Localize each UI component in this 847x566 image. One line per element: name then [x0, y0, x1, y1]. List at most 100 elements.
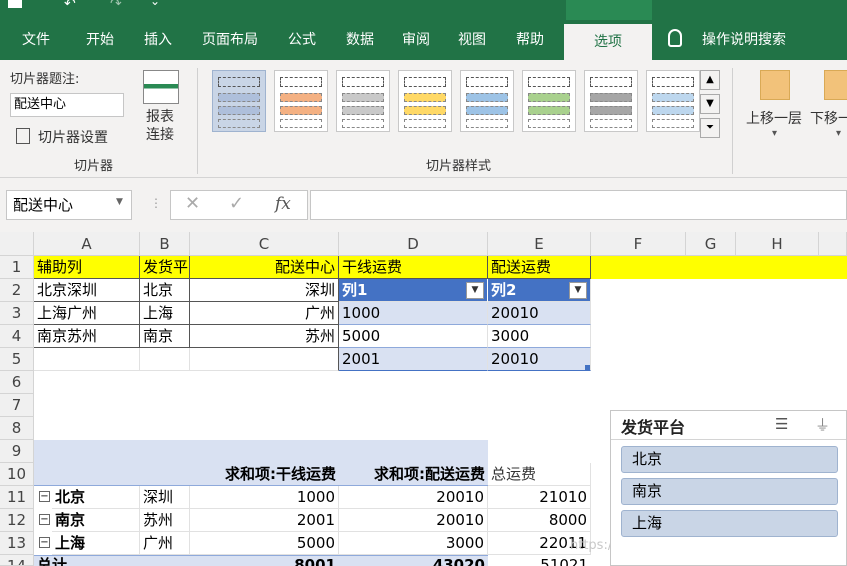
undo-icon[interactable]: ↶ [64, 0, 76, 12]
cell-b3[interactable]: 上海 [140, 302, 190, 325]
cell-e3[interactable]: 20010 [488, 302, 591, 325]
cell-a4[interactable]: 南京苏州 [34, 325, 140, 348]
save-icon[interactable] [8, 0, 22, 8]
cell-e1[interactable]: 配送运费 [488, 256, 591, 279]
pivot-header-sum-delivery[interactable]: 求和项:配送运费 [339, 463, 488, 486]
gallery-scroll-up-icon[interactable]: ▲ [700, 70, 720, 90]
slicer-item-beijing[interactable]: 北京 [621, 446, 838, 473]
column-header-d[interactable]: D [339, 232, 488, 256]
column-header-h[interactable]: H [736, 232, 819, 256]
filter-dropdown-icon[interactable]: ▼ [466, 282, 484, 299]
send-backward-button[interactable]: 下移一 [810, 108, 847, 128]
row-header-5[interactable]: 5 [0, 348, 34, 371]
cell-e14[interactable]: 51021 [488, 555, 591, 566]
formula-input[interactable] [310, 190, 847, 220]
cell-d14[interactable]: 43020 [339, 555, 488, 566]
cell-c13[interactable]: 5000 [190, 532, 339, 555]
cell-a2[interactable]: 北京深圳 [34, 279, 140, 302]
slicer-style-3[interactable] [336, 70, 390, 132]
collapse-icon[interactable]: − [39, 537, 50, 548]
slicer-style-1[interactable] [212, 70, 266, 132]
cell-e10[interactable]: 总运费 [488, 463, 591, 486]
collapse-icon[interactable]: − [39, 514, 50, 525]
slicer-item-nanjing[interactable]: 南京 [621, 478, 838, 505]
cell-e12[interactable]: 8000 [488, 509, 591, 532]
pivot-row-label-beijing[interactable]: 北京 [52, 486, 140, 509]
slicer-style-6[interactable] [522, 70, 576, 132]
cell-d4[interactable]: 5000 [339, 325, 488, 348]
cell-b2[interactable]: 北京 [140, 279, 190, 302]
row-header-8[interactable]: 8 [0, 417, 34, 440]
pivot-row-label-shanghai[interactable]: 上海 [52, 532, 140, 555]
name-box[interactable]: 配送中心 [6, 190, 132, 220]
row-header-4[interactable]: 4 [0, 325, 34, 348]
cell-b4[interactable]: 南京 [140, 325, 190, 348]
bring-forward-button[interactable]: 上移一层 [746, 108, 802, 128]
row-header-1[interactable]: 1 [0, 256, 34, 279]
clear-filter-icon[interactable]: ⏚ [815, 414, 830, 435]
select-all-corner[interactable] [0, 232, 34, 256]
row-header-9[interactable]: 9 [0, 440, 34, 463]
slicer-item-shanghai[interactable]: 上海 [621, 510, 838, 537]
tab-data[interactable]: 数据 [340, 20, 380, 60]
tab-insert[interactable]: 插入 [138, 20, 178, 60]
pivot-row-label-nanjing[interactable]: 南京 [52, 509, 140, 532]
pivot-grand-total-label[interactable]: 总计 [34, 555, 140, 566]
column-header-e[interactable]: E [488, 232, 591, 256]
column-header-a[interactable]: A [34, 232, 140, 256]
cell-c3[interactable]: 广州 [190, 302, 339, 325]
tell-me-search[interactable]: 操作说明搜索 [696, 20, 792, 60]
column-header-c[interactable]: C [190, 232, 339, 256]
tab-options[interactable]: 选项 [564, 24, 652, 60]
cell-b1[interactable]: 发货平 [140, 256, 190, 279]
cell-c1[interactable]: 配送中心 [190, 256, 339, 279]
row-header-2[interactable]: 2 [0, 279, 34, 302]
tab-home[interactable]: 开始 [80, 20, 120, 60]
filter-dropdown-icon[interactable]: ▼ [569, 282, 587, 299]
cell-c5[interactable] [190, 348, 339, 371]
column-header-f[interactable]: F [591, 232, 686, 256]
column-header-g[interactable]: G [686, 232, 736, 256]
cell-d1[interactable]: 干线运费 [339, 256, 488, 279]
drag-handle-icon[interactable]: ⋮ [150, 196, 162, 210]
insert-function-icon[interactable]: fx [275, 194, 291, 214]
row-header-6[interactable]: 6 [0, 371, 34, 394]
cell-b5[interactable] [140, 348, 190, 371]
cell-b13[interactable]: 广州 [140, 532, 190, 555]
cell-d13[interactable]: 3000 [339, 532, 488, 555]
row-header-14[interactable]: 14 [0, 555, 34, 566]
send-backward-dropdown-icon[interactable]: ▾ [836, 128, 841, 139]
row-header-11[interactable]: 11 [0, 486, 34, 509]
slicer-settings-button[interactable]: 切片器设置 [38, 127, 108, 147]
slicer-style-7[interactable] [584, 70, 638, 132]
collapse-icon[interactable]: − [39, 491, 50, 502]
cell-b12[interactable]: 苏州 [140, 509, 190, 532]
cell-e4[interactable]: 3000 [488, 325, 591, 348]
tab-view[interactable]: 视图 [452, 20, 492, 60]
cell-a1[interactable]: 辅助列 [34, 256, 140, 279]
quick-access-dropdown-icon[interactable]: ⌄ [150, 0, 160, 8]
slicer-style-8[interactable] [646, 70, 700, 132]
gallery-scroll-down-icon[interactable]: ▼ [700, 94, 720, 114]
row-header-13[interactable]: 13 [0, 532, 34, 555]
cell-e5[interactable]: 20010 [488, 348, 591, 371]
gallery-more-icon[interactable]: ⏷ [700, 118, 720, 138]
slicer-style-5[interactable] [460, 70, 514, 132]
bring-forward-dropdown-icon[interactable]: ▾ [772, 128, 777, 139]
slicer-panel[interactable]: 发货平台 ☰ ⏚ 北京 南京 上海 [610, 410, 847, 566]
row-header-7[interactable]: 7 [0, 394, 34, 417]
tab-help[interactable]: 帮助 [510, 20, 550, 60]
tab-file[interactable]: 文件 [16, 20, 56, 60]
row-header-10[interactable]: 10 [0, 463, 34, 486]
cell-d12[interactable]: 20010 [339, 509, 488, 532]
cell-c2[interactable]: 深圳 [190, 279, 339, 302]
pivot-header-sum-trunk[interactable]: 求和项:干线运费 [190, 463, 339, 486]
tab-formulas[interactable]: 公式 [282, 20, 322, 60]
cell-a3[interactable]: 上海广州 [34, 302, 140, 325]
column-header-i[interactable] [819, 232, 847, 256]
cell-c12[interactable]: 2001 [190, 509, 339, 532]
cell-e11[interactable]: 21010 [488, 486, 591, 509]
row-header-3[interactable]: 3 [0, 302, 34, 325]
column-header-b[interactable]: B [140, 232, 190, 256]
cell-b11[interactable]: 深圳 [140, 486, 190, 509]
